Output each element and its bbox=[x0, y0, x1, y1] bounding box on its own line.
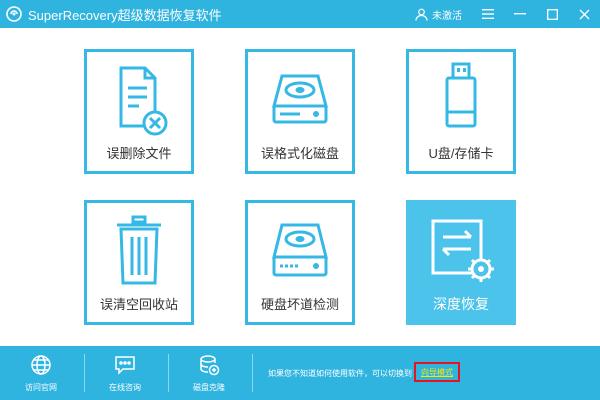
recycle-bin-icon bbox=[87, 203, 191, 289]
tile-bad-sector-check[interactable]: 硬盘坏道检测 bbox=[245, 200, 355, 325]
tile-label: 误清空回收站 bbox=[99, 297, 178, 312]
separator bbox=[252, 354, 253, 392]
maximize-button[interactable] bbox=[536, 0, 568, 28]
user-account-button[interactable]: 未激活 bbox=[415, 7, 462, 22]
separator bbox=[168, 354, 169, 392]
deleted-file-icon bbox=[87, 52, 191, 138]
tile-label: 误删除文件 bbox=[106, 146, 172, 161]
minimize-button[interactable] bbox=[504, 0, 536, 28]
tile-label: 深度恢复 bbox=[433, 296, 489, 312]
visit-website-button[interactable]: 访问官网 bbox=[6, 346, 76, 400]
usb-drive-icon bbox=[409, 52, 513, 138]
app-logo-icon bbox=[6, 6, 22, 22]
close-button[interactable] bbox=[568, 0, 600, 28]
minimize-icon bbox=[514, 13, 526, 15]
menu-icon bbox=[482, 9, 494, 19]
tile-recycle-bin[interactable]: 误清空回收站 bbox=[84, 200, 194, 325]
disk-check-icon bbox=[248, 203, 352, 289]
main-panel: 误删除文件 误格式化磁盘 U盘/存储卡 误清空回收站 硬盘坏道检测 深度恢复 bbox=[0, 28, 600, 346]
visit-website-label: 访问官网 bbox=[25, 383, 57, 392]
title-bar: SuperRecovery超级数据恢复软件 未激活 bbox=[0, 0, 600, 28]
separator bbox=[84, 354, 85, 392]
disk-clone-button[interactable]: 磁盘克隆 bbox=[174, 346, 244, 400]
tile-formatted-disk[interactable]: 误格式化磁盘 bbox=[245, 49, 355, 174]
online-consult-button[interactable]: 在线咨询 bbox=[90, 346, 160, 400]
activation-status: 未激活 bbox=[432, 10, 462, 22]
tile-deleted-files[interactable]: 误删除文件 bbox=[84, 49, 194, 174]
app-title: SuperRecovery超级数据恢复软件 bbox=[28, 7, 222, 23]
guide-mode-link[interactable]: 向导模式 bbox=[414, 362, 460, 382]
menu-button[interactable] bbox=[472, 0, 504, 28]
deep-recovery-icon bbox=[409, 203, 513, 289]
hard-disk-icon bbox=[248, 52, 352, 138]
tile-label: U盘/存储卡 bbox=[428, 146, 494, 161]
bottom-toolbar: 访问官网 在线咨询 磁盘克隆 如果您不知道如何使用软件，可以切换到 向导模式 bbox=[0, 346, 600, 400]
disk-clone-label: 磁盘克隆 bbox=[193, 383, 225, 392]
close-icon bbox=[579, 9, 590, 20]
online-consult-label: 在线咨询 bbox=[109, 383, 141, 392]
user-icon bbox=[415, 8, 428, 21]
help-hint-text: 如果您不知道如何使用软件，可以切换到 bbox=[268, 369, 412, 378]
maximize-icon bbox=[546, 8, 558, 20]
tile-usb-card[interactable]: U盘/存储卡 bbox=[406, 49, 516, 174]
tile-label: 误格式化磁盘 bbox=[260, 146, 339, 161]
guide-mode-label: 向导模式 bbox=[421, 367, 453, 377]
tile-label: 硬盘坏道检测 bbox=[260, 297, 339, 312]
tile-deep-recovery[interactable]: 深度恢复 bbox=[406, 200, 516, 325]
